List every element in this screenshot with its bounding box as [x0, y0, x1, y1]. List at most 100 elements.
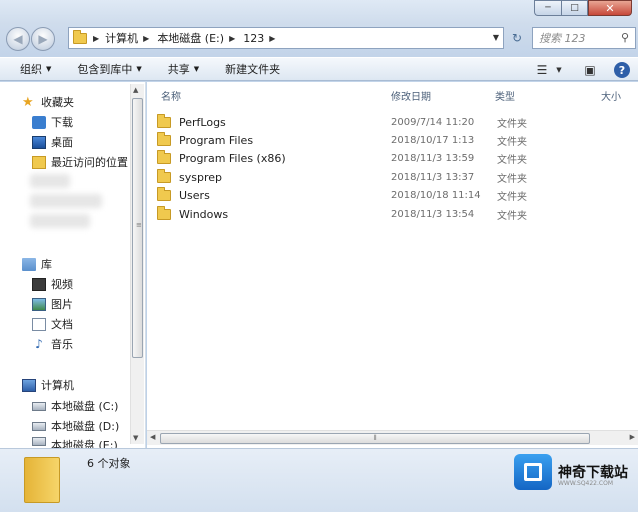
folder-icon: [24, 457, 60, 503]
details-pane: 6 个对象 神奇下载站 WWW.SQ422.COM: [0, 448, 638, 512]
document-icon: [32, 317, 46, 331]
organize-menu[interactable]: 组织 ▼: [0, 57, 61, 81]
chevron-right-icon[interactable]: ▶: [269, 34, 275, 43]
sidebar-item-pictures[interactable]: 图片: [32, 296, 73, 312]
forward-arrow-icon: ▶: [38, 32, 48, 46]
new-folder-button[interactable]: 新建文件夹: [209, 57, 290, 81]
chevron-right-icon[interactable]: ▶: [229, 34, 235, 43]
star-icon: ★: [22, 94, 34, 110]
view-dropdown-icon[interactable]: ▼: [554, 60, 564, 80]
sidebar-item-drive-e[interactable]: 本地磁盘 (E:): [32, 437, 118, 448]
scrollbar-thumb[interactable]: ≡: [132, 98, 143, 358]
search-input[interactable]: 搜索 123 ⚲: [532, 27, 636, 49]
column-header-type[interactable]: 类型: [495, 88, 515, 103]
file-row[interactable]: Windows 2018/11/3 13:54 文件夹: [157, 205, 627, 223]
folder-icon: [157, 131, 171, 146]
help-icon: ?: [614, 62, 630, 78]
drive-icon: [32, 421, 46, 431]
sidebar-item-drive-c[interactable]: 本地磁盘 (C:): [32, 398, 118, 414]
sidebar-item-computer[interactable]: 计算机: [22, 377, 74, 393]
back-arrow-icon: ◀: [13, 32, 23, 46]
watermark-url: WWW.SQ422.COM: [558, 480, 613, 487]
scroll-right-icon[interactable]: ▶: [630, 433, 635, 441]
file-row[interactable]: Users 2018/10/18 11:14 文件夹: [157, 186, 627, 204]
view-options-icon[interactable]: ☰: [532, 60, 552, 80]
folder-icon: [157, 149, 171, 164]
sidebar-item-recent[interactable]: 最近访问的位置: [32, 154, 128, 170]
breadcrumb-123[interactable]: 123 ▶: [243, 32, 275, 45]
minimize-button[interactable]: ─: [534, 0, 561, 16]
include-in-library-menu[interactable]: 包含到库中 ▼: [61, 57, 151, 81]
file-row[interactable]: PerfLogs 2009/7/14 11:20 文件夹: [157, 113, 627, 131]
sidebar-item-documents[interactable]: 文档: [32, 316, 73, 332]
share-menu[interactable]: 共享 ▼: [152, 57, 209, 81]
window-controls: ─ □ ✕: [534, 0, 632, 16]
breadcrumb-drive-e[interactable]: 本地磁盘 (E:) ▶: [157, 30, 235, 46]
scroll-up-icon[interactable]: ▲: [133, 86, 138, 94]
navigation-pane: ★ 收藏夹 下载 桌面 最近访问的位置 库 视频 图片 文档 ♪ 音乐 计算机 本地…: [0, 82, 146, 448]
sidebar-item-downloads[interactable]: 下载: [32, 114, 73, 130]
scroll-left-icon[interactable]: ◀: [150, 433, 155, 441]
breadcrumb-computer[interactable]: 计算机 ▶: [105, 30, 149, 46]
file-list: 名称 修改日期 类型 大小 PerfLogs 2009/7/14 11:20 文…: [147, 82, 638, 448]
navigation-bar: ◀ ▶ ▶ 计算机 ▶ 本地磁盘 (E:) ▶ 123 ▶ ▼ ↻ 搜索 123 ⚲: [4, 24, 636, 54]
blurred-item: [30, 214, 90, 228]
chevron-right-icon[interactable]: ▶: [143, 34, 149, 43]
close-button[interactable]: ✕: [588, 0, 632, 16]
folder-icon: [157, 186, 171, 201]
sidebar-item-desktop[interactable]: 桌面: [32, 134, 73, 150]
sidebar-item-libraries[interactable]: 库: [22, 256, 52, 272]
folder-icon: [157, 113, 171, 128]
drive-icon: [32, 401, 46, 411]
scroll-down-icon[interactable]: ▼: [133, 434, 138, 442]
file-list-scrollbar[interactable]: ◀ ⦀ ▶: [147, 430, 638, 445]
folder-icon: [157, 168, 171, 183]
caret-down-icon: ▼: [193, 65, 200, 73]
item-count: 6 个对象: [87, 457, 131, 470]
caret-down-icon: ▼: [136, 65, 142, 73]
blurred-item: [30, 194, 102, 208]
column-header-size[interactable]: 大小: [601, 88, 621, 103]
explorer-window: ─ □ ✕ ◀ ▶ ▶ 计算机 ▶ 本地磁盘 (E:) ▶ 123 ▶ ▼ ↻ 搜索 …: [0, 0, 638, 512]
file-row[interactable]: sysprep 2018/11/3 13:37 文件夹: [157, 168, 627, 186]
help-button[interactable]: ?: [612, 60, 632, 80]
folder-icon: [73, 29, 87, 44]
folder-icon: [157, 205, 171, 220]
watermark-logo: 神奇下载站 WWW.SQ422.COM: [514, 454, 628, 490]
column-header-date[interactable]: 修改日期: [391, 88, 431, 103]
scrollbar-thumb[interactable]: ⦀: [160, 433, 590, 444]
command-bar: 组织 ▼ 包含到库中 ▼ 共享 ▼ 新建文件夹 ☰ ▼ ▣ ?: [0, 57, 638, 81]
chevron-right-icon[interactable]: ▶: [93, 34, 99, 43]
sidebar-item-drive-d[interactable]: 本地磁盘 (D:): [32, 418, 119, 434]
search-icon: ⚲: [620, 31, 629, 44]
address-bar[interactable]: ▶ 计算机 ▶ 本地磁盘 (E:) ▶ 123 ▶ ▼: [68, 27, 504, 49]
box-logo-icon: [514, 454, 552, 490]
maximize-button[interactable]: □: [561, 0, 588, 16]
library-icon: [22, 257, 36, 271]
blurred-item: [30, 174, 70, 188]
column-header-name[interactable]: 名称: [161, 88, 181, 103]
video-icon: [32, 277, 46, 291]
address-dropdown-icon[interactable]: ▼: [493, 33, 499, 42]
refresh-icon: ↻: [511, 31, 523, 45]
back-button[interactable]: ◀: [6, 27, 30, 51]
sidebar-item-videos[interactable]: 视频: [32, 276, 73, 292]
file-row[interactable]: Program Files 2018/10/17 1:13 文件夹: [157, 131, 627, 149]
preview-pane-icon[interactable]: ▣: [580, 60, 600, 80]
caret-down-icon: ▼: [46, 65, 52, 73]
music-icon: ♪: [35, 336, 43, 351]
drive-icon: [32, 437, 46, 446]
picture-icon: [32, 297, 46, 311]
desktop-icon: [32, 135, 46, 149]
computer-icon: [22, 378, 36, 392]
sidebar-item-favorites[interactable]: ★ 收藏夹: [22, 94, 74, 110]
file-row[interactable]: Program Files (x86) 2018/11/3 13:59 文件夹: [157, 149, 627, 167]
sidebar-scrollbar[interactable]: ▲ ≡ ▼: [130, 84, 144, 444]
forward-button[interactable]: ▶: [31, 27, 55, 51]
refresh-button[interactable]: ↻: [507, 27, 527, 49]
recent-places-icon: [32, 155, 46, 169]
download-icon: [32, 115, 46, 129]
sidebar-item-music[interactable]: ♪ 音乐: [32, 336, 73, 352]
view-controls: ☰ ▼ ▣ ?: [524, 60, 632, 80]
watermark-title: 神奇下载站: [558, 465, 628, 481]
